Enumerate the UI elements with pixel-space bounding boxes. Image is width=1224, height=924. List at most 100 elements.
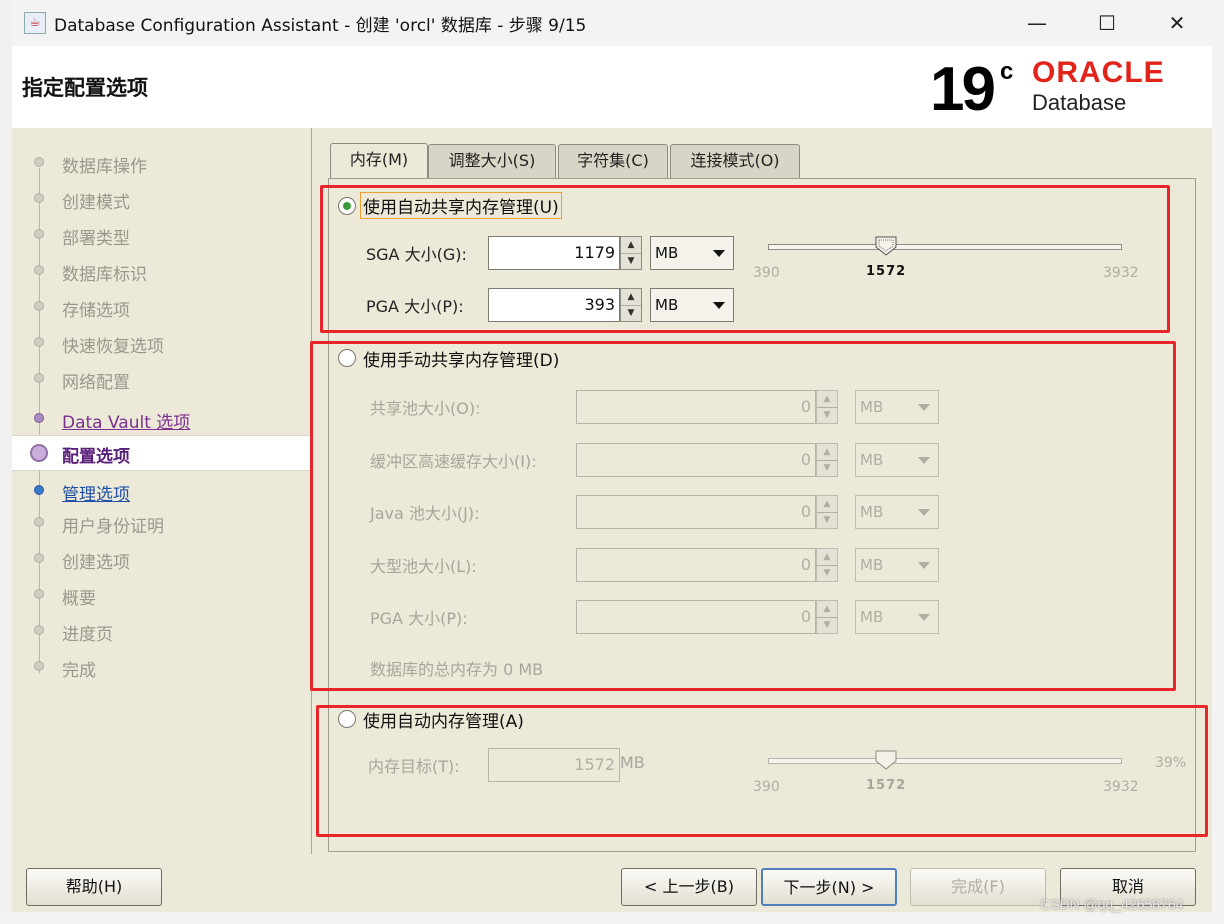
nav-step: 快速恢复选项 <box>12 326 311 360</box>
manual-field-spinner[interactable]: ▲ ▼ <box>816 443 838 477</box>
chevron-down-icon <box>713 250 725 257</box>
amm-label[interactable]: 使用自动内存管理(A) <box>363 707 524 732</box>
amm-slider-min: 390 <box>753 779 780 795</box>
spin-down-icon[interactable]: ▼ <box>621 253 641 269</box>
tab-memory[interactable]: 内存(M) <box>330 143 428 179</box>
tab-charset[interactable]: 字符集(C) <box>558 144 668 178</box>
sga-unit-select[interactable]: MB <box>650 236 734 270</box>
manual-field-input[interactable]: 0 <box>576 390 816 424</box>
nav-step[interactable]: 管理选项 <box>12 474 311 508</box>
step-status-icon <box>34 337 44 347</box>
nav-step: 数据库标识 <box>12 254 311 288</box>
nav-step-label[interactable]: Data Vault 选项 <box>62 408 190 433</box>
manual-field-input[interactable]: 0 <box>576 600 816 634</box>
chevron-down-icon <box>918 562 930 569</box>
manual-radio[interactable] <box>338 349 356 367</box>
pga-unit-select[interactable]: MB <box>650 288 734 322</box>
step-status-icon <box>34 157 44 167</box>
nav-step: 创建选项 <box>12 542 311 576</box>
chevron-down-icon <box>713 302 725 309</box>
spin-up-icon[interactable]: ▲ <box>817 601 837 618</box>
finish-button[interactable]: 完成(F) <box>910 868 1046 906</box>
amm-slider-thumb[interactable] <box>875 750 897 770</box>
logo-superscript: c <box>1000 58 1014 85</box>
spin-up-icon[interactable]: ▲ <box>621 289 641 306</box>
help-button[interactable]: 帮助(H) <box>26 868 162 906</box>
tab-sizing[interactable]: 调整大小(S) <box>428 144 556 178</box>
manual-field-unit-select[interactable]: MB <box>855 443 939 477</box>
desktop-backdrop-right <box>1212 0 1224 924</box>
close-button[interactable]: ✕ <box>1142 0 1212 46</box>
unit-value: MB <box>860 503 884 521</box>
spin-up-icon[interactable]: ▲ <box>621 237 641 254</box>
amm-slider-value: 1572 <box>866 778 907 793</box>
pga-size-spinner[interactable]: ▲ ▼ <box>620 288 642 322</box>
nav-step[interactable]: Data Vault 选项 <box>12 402 311 436</box>
manual-field-spinner[interactable]: ▲ ▼ <box>816 548 838 582</box>
step-status-icon <box>34 229 44 239</box>
nav-step: 网络配置 <box>12 362 311 396</box>
step-status-icon <box>34 661 44 671</box>
step-status-icon <box>34 625 44 635</box>
sga-size-spinner[interactable]: ▲ ▼ <box>620 236 642 270</box>
nav-step-label[interactable]: 配置选项 <box>62 442 130 467</box>
nav-step-label[interactable]: 管理选项 <box>62 480 130 505</box>
nav-step-label: 创建选项 <box>62 553 130 573</box>
amm-radio[interactable] <box>338 710 356 728</box>
asmm-radio[interactable] <box>338 197 356 215</box>
spin-down-icon[interactable]: ▼ <box>817 407 837 423</box>
nav-step: 数据库操作 <box>12 146 311 180</box>
step-status-icon <box>34 589 44 599</box>
manual-field-spinner[interactable]: ▲ ▼ <box>816 495 838 529</box>
pga-size-input[interactable]: 393 <box>488 288 620 322</box>
memory-target-input[interactable]: 1572 <box>488 748 620 782</box>
nav-step-label: 完成 <box>62 661 96 681</box>
sga-slider-min: 390 <box>753 265 780 281</box>
minimize-button[interactable]: — <box>1002 0 1072 46</box>
back-button[interactable]: < 上一步(B) <box>621 868 757 906</box>
manual-field-input[interactable]: 0 <box>576 495 816 529</box>
spin-up-icon[interactable]: ▲ <box>817 549 837 566</box>
maximize-button[interactable]: ☐ <box>1072 0 1142 46</box>
memory-target-label: 内存目标(T): <box>368 757 460 776</box>
sga-size-input[interactable]: 1179 <box>488 236 620 270</box>
manual-field-spinner[interactable]: ▲ ▼ <box>816 390 838 424</box>
nav-step: 进度页 <box>12 614 311 648</box>
manual-field-unit-select[interactable]: MB <box>855 390 939 424</box>
title-bar[interactable]: ☕ Database Configuration Assistant - 创建 … <box>12 0 1212 46</box>
step-status-icon <box>34 373 44 383</box>
nav-step[interactable]: 配置选项 <box>12 435 311 471</box>
step-status-icon <box>34 517 44 527</box>
nav-step-label: 概要 <box>62 589 96 609</box>
manual-label[interactable]: 使用手动共享内存管理(D) <box>363 346 559 371</box>
spin-up-icon[interactable]: ▲ <box>817 391 837 408</box>
manual-field-spinner[interactable]: ▲ ▼ <box>816 600 838 634</box>
unit-value: MB <box>860 608 884 626</box>
manual-field-unit-select[interactable]: MB <box>855 600 939 634</box>
tab-connection-mode[interactable]: 连接模式(O) <box>670 144 800 178</box>
spin-down-icon[interactable]: ▼ <box>817 460 837 476</box>
dca-window: ☕ Database Configuration Assistant - 创建 … <box>12 0 1212 912</box>
spin-down-icon[interactable]: ▼ <box>817 565 837 581</box>
amm-percent: 39% <box>1155 755 1187 771</box>
spin-down-icon[interactable]: ▼ <box>817 512 837 528</box>
logo-version: 19 <box>930 55 996 124</box>
spin-down-icon[interactable]: ▼ <box>817 617 837 633</box>
manual-field-unit-select[interactable]: MB <box>855 548 939 582</box>
unit-value: MB <box>860 556 884 574</box>
manual-field-input[interactable]: 0 <box>576 548 816 582</box>
step-status-icon <box>34 413 44 423</box>
sga-slider-track[interactable] <box>768 244 1122 250</box>
amm-slider-track[interactable] <box>768 758 1122 764</box>
sga-slider-thumb[interactable] <box>875 236 897 256</box>
nav-step-label: 创建模式 <box>62 193 130 213</box>
desktop-backdrop-bottom <box>0 912 1224 924</box>
spin-up-icon[interactable]: ▲ <box>817 444 837 461</box>
asmm-label[interactable]: 使用自动共享内存管理(U) <box>360 192 562 219</box>
manual-field-unit-select[interactable]: MB <box>855 495 939 529</box>
spin-down-icon[interactable]: ▼ <box>621 305 641 321</box>
next-button[interactable]: 下一步(N) > <box>761 868 897 906</box>
spin-up-icon[interactable]: ▲ <box>817 496 837 513</box>
manual-field-input[interactable]: 0 <box>576 443 816 477</box>
watermark: CSDN @qq_42658764 <box>1040 896 1184 912</box>
